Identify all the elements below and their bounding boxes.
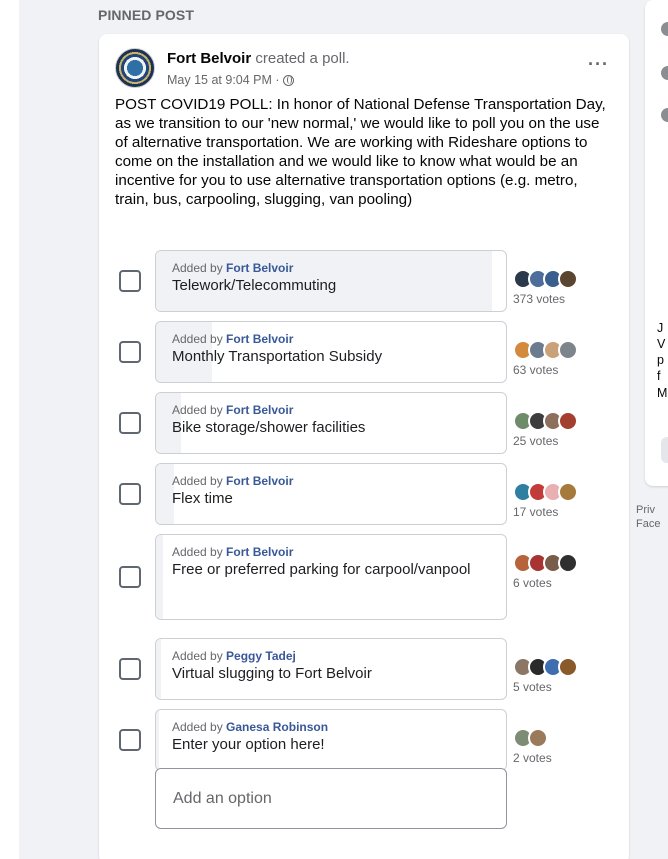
poll-option-label: Enter your option here! xyxy=(172,736,325,753)
voter-avatar xyxy=(558,482,578,502)
added-by-name[interactable]: Fort Belvoir xyxy=(226,474,293,488)
footer-link[interactable]: Face xyxy=(636,517,660,531)
voter-avatar xyxy=(558,269,578,289)
poll-option-added-by: Added by Ganesa Robinson xyxy=(172,720,490,735)
vote-count[interactable]: 63 votes xyxy=(513,363,558,377)
voter-avatar xyxy=(558,411,578,431)
more-options-button[interactable]: ··· xyxy=(588,54,609,75)
section-label: PINNED POST xyxy=(98,7,195,23)
poll-option-added-by: Added by Fort Belvoir xyxy=(172,545,490,560)
added-by-prefix: Added by xyxy=(172,261,227,275)
sidebar-button[interactable] xyxy=(661,437,668,463)
poll-option[interactable]: Added by Peggy Tadej Virtual slugging to … xyxy=(155,638,507,700)
vote-count[interactable]: 17 votes xyxy=(513,505,558,519)
poll-option[interactable]: Added by Fort Belvoir Monthly Transportat… xyxy=(155,321,507,383)
voter-avatars[interactable] xyxy=(513,340,578,360)
added-by-prefix: Added by xyxy=(172,545,227,559)
poll-option[interactable]: Added by Fort Belvoir Telework/Telecommut… xyxy=(155,250,507,312)
sidebar-icon[interactable] xyxy=(661,66,668,80)
poll-option-label: Virtual slugging to Fort Belvoir xyxy=(172,665,372,682)
poll-option-content: Added by Fort Belvoir Bike storage/shower… xyxy=(156,393,506,447)
post-card: Fort Belvoir created a poll. May 15 at 9… xyxy=(99,34,629,859)
poll-option-content: Added by Fort Belvoir Free or preferred p… xyxy=(156,535,506,589)
poll-option-added-by: Added by Fort Belvoir xyxy=(172,261,490,276)
poll-option-checkbox[interactable] xyxy=(119,483,141,505)
sidebar-icon[interactable] xyxy=(661,108,668,122)
vote-count[interactable]: 25 votes xyxy=(513,434,558,448)
sidebar-text: f xyxy=(657,369,661,383)
sidebar-text: J xyxy=(657,321,664,335)
poll-option[interactable]: Added by Fort Belvoir Flex time xyxy=(155,463,507,525)
voter-avatar xyxy=(558,657,578,677)
globe-icon xyxy=(282,74,294,86)
poll-option-content: Added by Fort Belvoir Flex time xyxy=(156,464,506,518)
voter-avatars[interactable] xyxy=(513,411,578,431)
poll-option-checkbox[interactable] xyxy=(119,270,141,292)
poll-option-added-by: Added by Peggy Tadej xyxy=(172,649,490,664)
poll-option-label: Flex time xyxy=(172,490,233,507)
added-by-prefix: Added by xyxy=(172,403,227,417)
poll-option[interactable]: Added by Fort Belvoir Free or preferred p… xyxy=(155,534,507,620)
added-by-name[interactable]: Fort Belvoir xyxy=(226,332,293,346)
sidebar-icon[interactable] xyxy=(661,22,668,36)
post-action: created a poll. xyxy=(251,50,350,67)
poll-option-checkbox[interactable] xyxy=(119,658,141,680)
added-by-prefix: Added by xyxy=(172,649,227,663)
author-avatar[interactable] xyxy=(115,48,155,88)
poll-option[interactable]: Added by Fort Belvoir Bike storage/shower… xyxy=(155,392,507,454)
sidebar-text: M xyxy=(657,386,668,400)
author-line: Fort Belvoir created a poll. xyxy=(167,50,350,67)
poll-option-checkbox[interactable] xyxy=(119,566,141,588)
poll-option-content: Added by Fort Belvoir Monthly Transportat… xyxy=(156,322,506,376)
poll-option-added-by: Added by Fort Belvoir xyxy=(172,403,490,418)
poll-option-added-by: Added by Fort Belvoir xyxy=(172,474,490,489)
poll-option-checkbox[interactable] xyxy=(119,412,141,434)
sidebar-text: V xyxy=(657,337,666,351)
voter-avatars[interactable] xyxy=(513,728,548,748)
voter-avatars[interactable] xyxy=(513,553,578,573)
poll-option-label: Telework/Telecommuting xyxy=(172,277,337,294)
poll-option-checkbox[interactable] xyxy=(119,341,141,363)
vote-count[interactable]: 373 votes xyxy=(513,292,565,306)
added-by-name[interactable]: Peggy Tadej xyxy=(226,649,296,663)
added-by-name[interactable]: Fort Belvoir xyxy=(226,403,293,417)
post-timestamp[interactable]: May 15 at 9:04 PM · xyxy=(167,73,280,87)
right-sidebar-card: J V p f M xyxy=(645,0,668,486)
voter-avatars[interactable] xyxy=(513,269,578,289)
poll-option-content: Added by Peggy Tadej Virtual slugging to … xyxy=(156,639,506,693)
vote-count[interactable]: 6 votes xyxy=(513,576,552,590)
added-by-prefix: Added by xyxy=(172,720,227,734)
voter-avatar xyxy=(558,340,578,360)
poll-option-label: Free or preferred parking for carpool/va… xyxy=(172,561,471,578)
voter-avatar xyxy=(528,728,548,748)
added-by-prefix: Added by xyxy=(172,474,227,488)
voter-avatars[interactable] xyxy=(513,657,578,677)
poll-option-label: Monthly Transportation Subsidy xyxy=(172,348,383,365)
poll-option-added-by: Added by Fort Belvoir xyxy=(172,332,490,347)
vote-count[interactable]: 5 votes xyxy=(513,680,552,694)
left-margin xyxy=(0,0,19,859)
added-by-name[interactable]: Fort Belvoir xyxy=(226,545,293,559)
poll-option-content: Added by Fort Belvoir Telework/Telecommut… xyxy=(156,251,506,305)
added-by-name[interactable]: Fort Belvoir xyxy=(226,261,293,275)
post-meta: May 15 at 9:04 PM · xyxy=(167,73,294,87)
poll-option-content: Added by Ganesa Robinson Enter your optio… xyxy=(156,710,506,764)
poll-option-label: Bike storage/shower facilities xyxy=(172,419,366,436)
voter-avatars[interactable] xyxy=(513,482,578,502)
voter-avatar xyxy=(558,553,578,573)
add-option-input[interactable]: Add an option xyxy=(155,768,507,829)
poll-option[interactable]: Added by Ganesa Robinson Enter your optio… xyxy=(155,709,507,771)
added-by-prefix: Added by xyxy=(172,332,227,346)
sidebar-text: p xyxy=(657,353,664,367)
post-text: POST COVID19 POLL: In honor of National … xyxy=(115,96,606,208)
author-name[interactable]: Fort Belvoir xyxy=(167,50,251,67)
vote-count[interactable]: 2 votes xyxy=(513,751,552,765)
footer-link[interactable]: Priv xyxy=(636,503,655,517)
added-by-name[interactable]: Ganesa Robinson xyxy=(226,720,328,734)
poll-option-checkbox[interactable] xyxy=(119,729,141,751)
